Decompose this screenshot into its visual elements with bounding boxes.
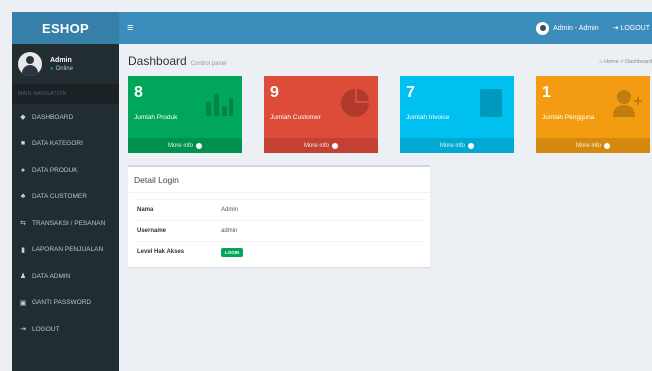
sidebar-item-transaksi[interactable]: ⇆ TRANSAKSI / PESANAN bbox=[12, 210, 119, 237]
stat-box-pengguna: 1 Jumlah Pengguna More info bbox=[536, 76, 650, 153]
sidebar-user-panel: Admin ● Online bbox=[12, 44, 119, 84]
stat-number: 9 bbox=[270, 84, 279, 101]
sidebar-menu: ◆ DASHBOARD ■ DATA KATEGORI ♠ DATA PRODUK ♣… bbox=[12, 104, 119, 343]
sidebar-toggle-icon[interactable]: ≡ bbox=[127, 22, 133, 34]
detail-login-panel: Detail Login Nama Admin Username admin L… bbox=[128, 165, 430, 267]
more-info-link[interactable]: More info bbox=[264, 138, 378, 153]
sidebar-item-data-customer[interactable]: ♣ DATA CUSTOMER bbox=[12, 184, 119, 211]
navbar-right: Admin - Admin ⇥ LOGOUT bbox=[536, 21, 652, 35]
sidebar-item-label: LOGOUT bbox=[32, 325, 60, 333]
sidebar-item-dashboard[interactable]: ◆ DASHBOARD bbox=[12, 104, 119, 131]
more-info-label: More info bbox=[303, 142, 329, 149]
stat-number: 8 bbox=[134, 84, 143, 101]
file-icon: ▮ bbox=[21, 246, 25, 254]
row-value: Admin bbox=[221, 199, 425, 221]
page-title: Dashboard Control panel bbox=[128, 54, 226, 68]
navbar-logout-label: LOGOUT bbox=[620, 25, 650, 32]
lock-icon: ▣ bbox=[19, 299, 27, 307]
arrow-circle-right-icon bbox=[468, 142, 474, 149]
arrow-circle-right-icon bbox=[332, 142, 338, 149]
sidebar-item-ganti-password[interactable]: ▣ GANTI PASSWORD bbox=[12, 290, 119, 317]
more-info-link[interactable]: More info bbox=[128, 138, 242, 153]
user-plus-icon bbox=[613, 90, 642, 117]
menu-header: MAIN NAVIGATION bbox=[12, 84, 119, 104]
row-key: Nama bbox=[133, 199, 221, 221]
user-icon: ♟ bbox=[19, 273, 27, 281]
more-info-label: More info bbox=[167, 142, 193, 149]
more-info-link[interactable]: More info bbox=[536, 138, 650, 153]
sign-out-icon: ⇥ bbox=[20, 326, 26, 334]
stat-label: Jumlah Invoice bbox=[406, 114, 450, 121]
stat-box-customer: 9 Jumlah Customer More info bbox=[264, 76, 378, 153]
sidebar-item-label: DATA KATEGORI bbox=[32, 140, 83, 148]
breadcrumb-text: Home > Dashboard bbox=[604, 59, 652, 65]
detail-login-title: Detail Login bbox=[128, 167, 430, 193]
users-icon: ♣ bbox=[20, 193, 26, 201]
sidebar-item-label: GANTI PASSWORD bbox=[32, 299, 92, 307]
page-title-text: Dashboard bbox=[128, 54, 187, 68]
stat-label: Jumlah Customer bbox=[270, 114, 321, 121]
sidebar-item-data-produk[interactable]: ♠ DATA PRODUK bbox=[12, 157, 119, 184]
online-dot-icon: ● bbox=[50, 65, 54, 72]
breadcrumb[interactable]: ⌂ Home > Dashboard bbox=[599, 59, 652, 65]
stat-label: Jumlah Pengguna bbox=[542, 114, 595, 121]
sidebar-user-status: ● Online bbox=[50, 66, 73, 72]
bar-chart-icon bbox=[206, 94, 233, 116]
sidebar-user-status-label: Online bbox=[55, 65, 73, 72]
arrow-circle-right-icon bbox=[196, 142, 202, 149]
table-row: Username admin bbox=[133, 220, 425, 242]
user-avatar-icon[interactable] bbox=[536, 21, 550, 35]
sidebar-item-label: DATA PRODUK bbox=[32, 166, 78, 174]
app-logo[interactable]: ESHOP bbox=[12, 12, 119, 44]
sidebar: Admin ● Online MAIN NAVIGATION ◆ DASHBOARD… bbox=[12, 44, 119, 371]
row-value: LOGIN bbox=[221, 241, 425, 263]
sidebar-item-data-kategori[interactable]: ■ DATA KATEGORI bbox=[12, 131, 119, 158]
sidebar-item-label: DATA CUSTOMER bbox=[32, 193, 87, 201]
more-info-label: More info bbox=[439, 142, 465, 149]
stat-box-produk: 8 Jumlah Produk More info bbox=[128, 76, 242, 153]
navbar-logout-link[interactable]: ⇥ LOGOUT bbox=[613, 24, 650, 32]
stat-label: Jumlah Produk bbox=[134, 114, 178, 121]
stat-box-invoice: 7 Jumlah Invoice More info bbox=[400, 76, 514, 153]
dashboard-icon: ◆ bbox=[20, 114, 26, 122]
stat-number: 7 bbox=[406, 84, 415, 101]
top-navbar: ≡ Admin - Admin ⇥ LOGOUT bbox=[119, 12, 652, 44]
main-content: Dashboard Control panel ⌂ Home > Dashboar… bbox=[119, 44, 652, 371]
more-info-label: More info bbox=[575, 142, 601, 149]
more-info-link[interactable]: More info bbox=[400, 138, 514, 153]
sidebar-item-data-admin[interactable]: ♟ DATA ADMIN bbox=[12, 263, 119, 290]
pie-chart-icon bbox=[341, 89, 369, 117]
sidebar-avatar bbox=[18, 52, 42, 76]
document-icon bbox=[480, 89, 502, 117]
row-key: Level Hak Akses bbox=[133, 241, 221, 263]
access-level-badge: LOGIN bbox=[221, 247, 244, 257]
sidebar-item-logout[interactable]: ⇥ LOGOUT bbox=[12, 316, 119, 343]
sidebar-item-laporan[interactable]: ▮ LAPORAN PENJUALAN bbox=[12, 237, 119, 264]
table-row: Level Hak Akses LOGIN bbox=[133, 241, 425, 263]
page-subtitle: Control panel bbox=[190, 61, 227, 67]
bookmark-icon: ■ bbox=[20, 140, 26, 148]
navbar-user-menu[interactable]: Admin - Admin bbox=[553, 25, 599, 32]
arrow-circle-right-icon bbox=[604, 142, 610, 149]
row-value: admin bbox=[221, 220, 425, 242]
sidebar-item-label: DASHBOARD bbox=[32, 113, 74, 121]
detail-login-table: Nama Admin Username admin Level Hak Akse… bbox=[133, 199, 425, 263]
exchange-icon: ⇆ bbox=[20, 220, 26, 228]
sidebar-user-name: Admin bbox=[50, 56, 72, 64]
sidebar-item-label: TRANSAKSI / PESANAN bbox=[32, 219, 106, 227]
sidebar-item-label: DATA ADMIN bbox=[32, 272, 71, 280]
row-key: Username bbox=[133, 220, 221, 242]
cubes-icon: ♠ bbox=[21, 166, 25, 174]
table-row: Nama Admin bbox=[133, 199, 425, 221]
stat-number: 1 bbox=[542, 84, 551, 101]
sidebar-item-label: LAPORAN PENJUALAN bbox=[32, 246, 104, 254]
